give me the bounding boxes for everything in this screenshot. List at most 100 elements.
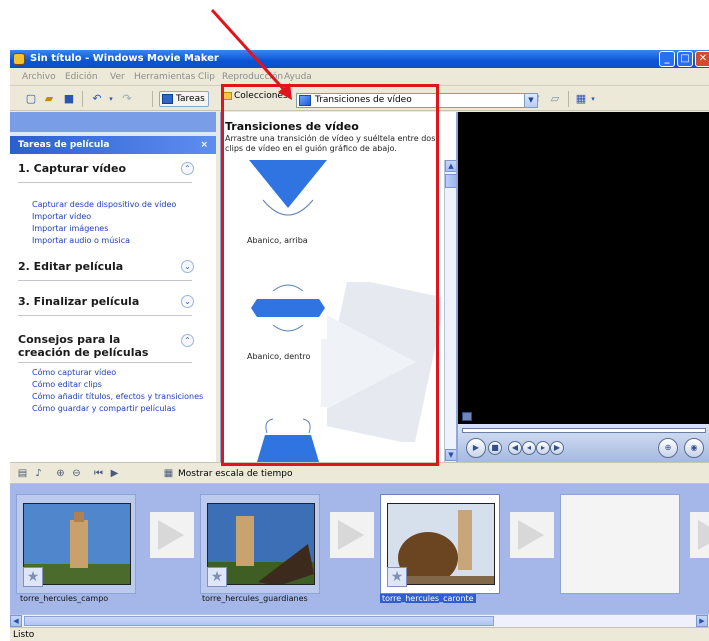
new-project-icon[interactable]: ▢ bbox=[24, 92, 38, 106]
menu-ayuda[interactable]: Ayuda bbox=[284, 72, 312, 82]
task-pane-icon bbox=[162, 94, 173, 104]
link-como-capturar[interactable]: Cómo capturar vídeo bbox=[32, 368, 116, 377]
section-consejos[interactable]: Consejos para la creación de películas bbox=[18, 333, 166, 359]
storyboard-toolbar: ▤ ♪ ⊕ ⊖ ⏮ ▶ ▦ Mostrar escala de tiempo bbox=[10, 462, 709, 484]
storyboard-clip-selected[interactable]: ★ bbox=[380, 494, 500, 594]
transition-label-abanico-dentro: Abanico, dentro bbox=[247, 352, 311, 361]
link-importar-audio[interactable]: Importar audio o música bbox=[32, 236, 130, 245]
task-pane: Tareas de película × 1. Capturar vídeo ⌃… bbox=[10, 112, 216, 462]
colecciones-label: Colecciones bbox=[234, 91, 288, 101]
link-como-anadir[interactable]: Cómo añadir títulos, efectos y transicio… bbox=[32, 392, 203, 401]
menu-edicion[interactable]: Edición bbox=[65, 72, 98, 82]
video-preview-monitor: ▶ ■ ◀ ◂ ▸ ▶ ⊕ ◉ bbox=[456, 112, 709, 462]
link-importar-imagenes[interactable]: Importar imágenes bbox=[32, 224, 108, 233]
menu-reproduccion[interactable]: Reproducción bbox=[222, 72, 283, 82]
play-storyboard-icon[interactable]: ▶ bbox=[108, 467, 121, 480]
section-finalizar-pelicula[interactable]: 3. Finalizar película bbox=[18, 295, 139, 308]
transition-next-partial[interactable] bbox=[249, 407, 327, 462]
storyboard-icon[interactable]: ▤ bbox=[16, 467, 29, 480]
transition-slot-icon bbox=[698, 520, 709, 550]
transition-abanico-dentro[interactable] bbox=[249, 277, 327, 339]
scroll-left-icon[interactable]: ◀ bbox=[10, 615, 22, 627]
section-capturar-video[interactable]: 1. Capturar vídeo bbox=[18, 162, 126, 175]
title-bar: Sin título - Windows Movie Maker _ □ ✕ bbox=[10, 50, 709, 68]
undo-icon[interactable]: ↶ bbox=[90, 92, 104, 106]
fan-up-icon bbox=[249, 160, 327, 222]
maximize-button[interactable]: □ bbox=[677, 51, 693, 67]
link-importar-video[interactable]: Importar vídeo bbox=[32, 212, 91, 221]
chevron-down-icon[interactable]: ⌄ bbox=[181, 260, 194, 273]
rewind-icon[interactable]: ◂ bbox=[522, 441, 536, 455]
zoom-in-icon[interactable]: ⊕ bbox=[54, 467, 67, 480]
star-icon: ★ bbox=[207, 567, 227, 587]
save-project-icon[interactable]: ■ bbox=[62, 92, 76, 106]
status-bar: Listo bbox=[10, 627, 709, 641]
close-button[interactable]: ✕ bbox=[695, 51, 709, 67]
menu-clip[interactable]: Clip bbox=[198, 72, 215, 82]
task-pane-close-button[interactable]: × bbox=[200, 140, 208, 150]
transition-slot[interactable] bbox=[330, 512, 374, 558]
menu-archivo[interactable]: Archivo bbox=[22, 72, 56, 82]
link-como-guardar[interactable]: Cómo guardar y compartir películas bbox=[32, 404, 176, 413]
collection-select[interactable]: Transiciones de vídeo ▼ bbox=[296, 93, 538, 108]
next-frame-icon[interactable]: ▶ bbox=[550, 441, 564, 455]
link-como-editar[interactable]: Cómo editar clips bbox=[32, 380, 102, 389]
collection-selected-value: Transiciones de vídeo bbox=[315, 95, 412, 105]
transition-slot[interactable] bbox=[510, 512, 554, 558]
transition-slot[interactable] bbox=[150, 512, 194, 558]
storyboard-clip[interactable]: ★ bbox=[200, 494, 320, 594]
storyboard-empty-slot[interactable] bbox=[560, 494, 680, 594]
toolbar-separator bbox=[152, 91, 153, 107]
minimize-button[interactable]: _ bbox=[659, 51, 675, 67]
split-clip-icon[interactable]: ⊕ bbox=[658, 438, 678, 458]
stop-icon[interactable]: ■ bbox=[488, 441, 502, 455]
clip-label-selected: torre_hercules_caronte bbox=[380, 594, 476, 603]
star-icon: ★ bbox=[387, 567, 407, 587]
menu-herramientas[interactable]: Herramientas bbox=[134, 72, 195, 82]
task-pane-header: Tareas de película × bbox=[10, 136, 216, 154]
open-project-icon[interactable]: ▰ bbox=[42, 92, 56, 106]
show-timeline-button[interactable]: Mostrar escala de tiempo bbox=[178, 469, 293, 479]
redo-icon[interactable]: ↷ bbox=[120, 92, 134, 106]
star-icon: ★ bbox=[23, 567, 43, 587]
set-audio-levels-icon[interactable]: ♪ bbox=[32, 467, 45, 480]
scrollbar-thumb[interactable] bbox=[24, 616, 494, 626]
movie-maker-window: Sin título - Windows Movie Maker _ □ ✕ A… bbox=[10, 50, 709, 641]
chevron-up-icon[interactable]: ⌃ bbox=[181, 162, 194, 175]
chevron-down-icon[interactable]: ⌄ bbox=[181, 295, 194, 308]
transition-abanico-arriba[interactable] bbox=[249, 160, 327, 222]
chevron-down-icon[interactable]: ▼ bbox=[524, 94, 537, 107]
colecciones-button[interactable]: Colecciones bbox=[222, 91, 288, 101]
full-screen-icon[interactable] bbox=[462, 412, 472, 421]
clip-label: torre_hercules_guardianes bbox=[202, 594, 308, 603]
snapshot-icon[interactable]: ◉ bbox=[684, 438, 704, 458]
rewind-storyboard-icon[interactable]: ⏮ bbox=[92, 467, 105, 480]
storyboard-horizontal-scrollbar[interactable]: ◀ ▶ bbox=[10, 614, 709, 627]
link-capturar-dispositivo[interactable]: Capturar desde dispositivo de vídeo bbox=[32, 200, 176, 209]
forward-icon[interactable]: ▸ bbox=[536, 441, 550, 455]
storyboard-clip[interactable]: ★ bbox=[16, 494, 136, 594]
views-dropdown-icon[interactable]: ▾ bbox=[586, 92, 600, 106]
scroll-right-icon[interactable]: ▶ bbox=[696, 615, 708, 627]
previous-frame-icon[interactable]: ◀ bbox=[508, 441, 522, 455]
fan-in-icon bbox=[251, 284, 325, 332]
window-title: Sin título - Windows Movie Maker bbox=[30, 53, 219, 64]
timeline-icon[interactable]: ▦ bbox=[162, 467, 175, 480]
new-folder-icon[interactable]: ▱ bbox=[548, 92, 562, 106]
play-icon[interactable]: ▶ bbox=[466, 438, 486, 458]
chevron-up-icon[interactable]: ⌃ bbox=[181, 334, 194, 347]
menu-ver[interactable]: Ver bbox=[110, 72, 125, 82]
toolbar-separator bbox=[82, 91, 83, 107]
section-editar-pelicula[interactable]: 2. Editar película bbox=[18, 260, 123, 273]
transition-slot[interactable] bbox=[690, 512, 709, 558]
undo-dropdown-icon[interactable]: ▾ bbox=[104, 92, 118, 106]
screenshot-stage: Sin título - Windows Movie Maker _ □ ✕ A… bbox=[0, 0, 709, 641]
tareas-button[interactable]: Tareas bbox=[159, 91, 209, 107]
section-divider bbox=[18, 315, 192, 316]
section-divider bbox=[18, 362, 192, 363]
content-vertical-scrollbar[interactable]: ▲ ▼ bbox=[444, 160, 457, 462]
seek-bar[interactable] bbox=[462, 428, 706, 433]
folder-icon bbox=[222, 92, 232, 100]
transition-label-abanico-arriba: Abanico, arriba bbox=[247, 236, 308, 245]
zoom-out-icon[interactable]: ⊖ bbox=[70, 467, 83, 480]
